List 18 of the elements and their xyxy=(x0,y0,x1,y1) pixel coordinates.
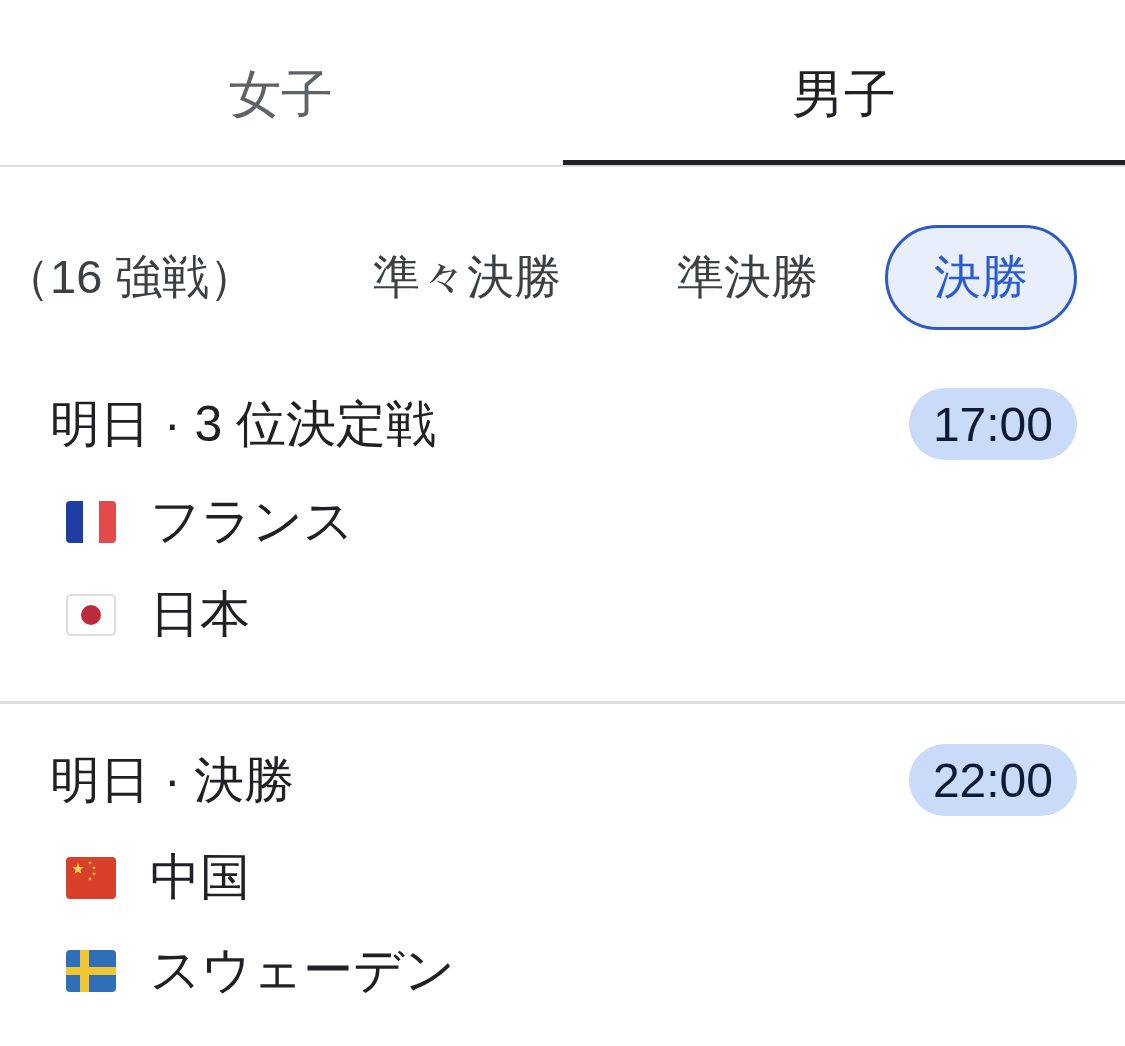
team-name: 中国 xyxy=(150,848,250,907)
team-name: 日本 xyxy=(150,585,250,644)
time-badge: 22:00 xyxy=(908,744,1077,816)
japan-flag-icon xyxy=(66,593,116,636)
tab[interactable]: 男子 xyxy=(562,0,1125,165)
stage-chip[interactable]: 準々決勝 xyxy=(323,225,610,330)
france-flag-icon xyxy=(66,500,116,543)
match-title: 明日 · 3 位決定戦 xyxy=(50,394,437,454)
sweden-flag-icon xyxy=(66,949,116,992)
stage-chip[interactable]: 決勝 xyxy=(885,225,1077,330)
time-badge: 17:00 xyxy=(908,388,1077,460)
china-flag-icon xyxy=(66,856,116,899)
stage-chip[interactable]: （16 強戦） xyxy=(0,225,306,330)
match-title: 明日 · 決勝 xyxy=(50,750,295,810)
team-name: スウェーデン xyxy=(150,941,455,1000)
tab[interactable]: 女子 xyxy=(0,0,563,165)
stage-chip[interactable]: 準決勝 xyxy=(627,225,867,330)
team-name: フランス xyxy=(150,492,354,551)
